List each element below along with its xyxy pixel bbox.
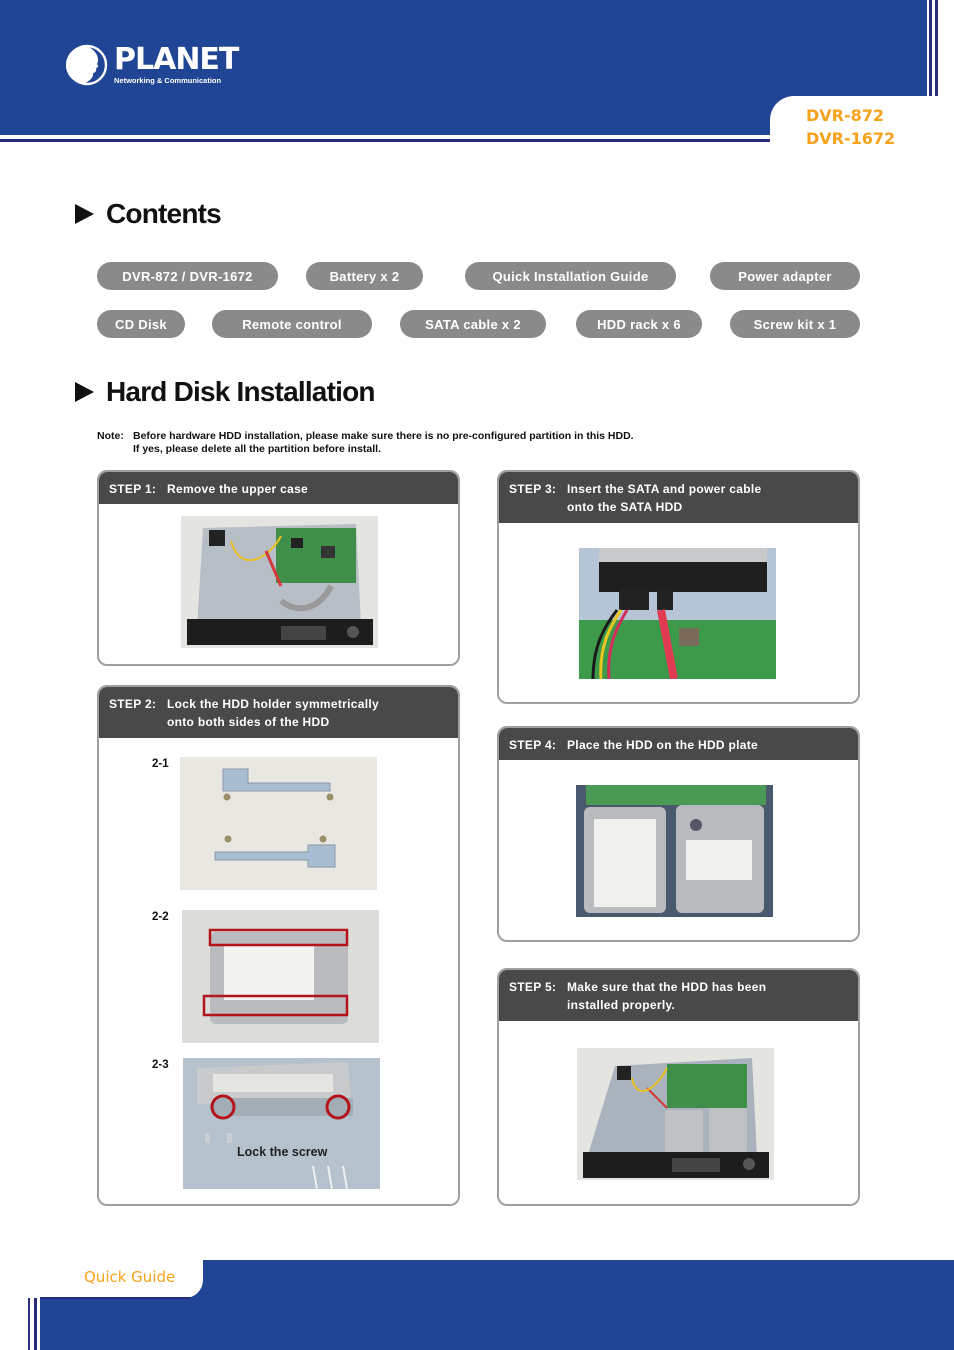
step-text: Remove the upper case — [167, 482, 309, 496]
step-number: STEP 4: — [509, 738, 557, 752]
hdds-on-plate-photo — [576, 785, 773, 917]
triangle-bullet-icon — [75, 204, 94, 224]
dvr-open-case-photo — [181, 516, 378, 648]
installed-hdd-photo — [577, 1048, 774, 1180]
sata-cable-connection-photo — [579, 548, 776, 679]
note-label: Note: — [97, 430, 124, 442]
step-header: STEP 5: Make sure that the HDD has been i… — [499, 970, 858, 1021]
step-number: STEP 1: — [109, 482, 157, 496]
brand-tagline: Networking & Communication — [114, 75, 222, 85]
note-text: If yes, please delete all the partition … — [133, 443, 381, 455]
hdd-screw-lock-photo: Lock the screw — [183, 1058, 380, 1189]
step-number: STEP 2: — [109, 697, 157, 711]
step-2-card: STEP 2: Lock the HDD holder symmetrically… — [97, 685, 460, 1206]
contents-title: Contents — [106, 198, 222, 229]
substep-label: 2-2 — [152, 911, 169, 923]
step-5-card: STEP 5: Make sure that the HDD has been i… — [497, 968, 860, 1206]
quick-guide-label: Quick Guide — [84, 1268, 176, 1286]
step-3-card: STEP 3: Insert the SATA and power cable o… — [497, 470, 860, 704]
step-header: STEP 2: Lock the HDD holder symmetrically… — [99, 687, 458, 738]
contents-item: Remote control — [212, 310, 372, 338]
step-text: onto the SATA HDD — [567, 500, 683, 514]
step-1-card: STEP 1: Remove the upper case — [97, 470, 460, 666]
step-number: STEP 3: — [509, 482, 557, 496]
contents-item: Screw kit x 1 — [730, 310, 860, 338]
header-divider-line — [935, 0, 938, 96]
planet-globe-icon — [66, 44, 108, 86]
footer-underline — [40, 1297, 190, 1299]
header-underline — [0, 139, 770, 142]
step-text: Insert the SATA and power cable — [567, 482, 762, 496]
installation-title: Hard Disk Installation — [106, 376, 376, 407]
step-text: Make sure that the HDD has been — [567, 980, 767, 994]
note-text: Before hardware HDD installation, please… — [133, 430, 634, 442]
contents-item: Quick Installation Guide — [465, 262, 676, 290]
substep-label: 2-3 — [152, 1059, 169, 1071]
contents-item: SATA cable x 2 — [400, 310, 546, 338]
contents-item: HDD rack x 6 — [576, 310, 702, 338]
installation-heading: Hard Disk Installation — [75, 376, 376, 408]
installation-note: Note: Before hardware HDD installation, … — [97, 430, 634, 456]
lock-screw-callout: Lock the screw — [237, 1145, 328, 1159]
step-number: STEP 5: — [509, 980, 557, 994]
hdd-holder-brackets-photo — [180, 757, 377, 890]
planet-logo: PLANET Networking & Communication — [66, 41, 239, 86]
model-names: DVR-872 DVR-1672 — [806, 104, 895, 150]
model-name: DVR-872 — [806, 106, 885, 125]
contents-item: Battery x 2 — [306, 262, 423, 290]
contents-item: Power adapter — [710, 262, 860, 290]
step-text: onto both sides of the HDD — [167, 715, 330, 729]
step-text: Place the HDD on the HDD plate — [567, 738, 759, 752]
brand-name: PLANET — [114, 41, 239, 77]
substep-label: 2-1 — [152, 758, 169, 770]
triangle-bullet-icon — [75, 382, 94, 402]
step-4-card: STEP 4: Place the HDD on the HDD plate — [497, 726, 860, 942]
contents-item: CD Disk — [97, 310, 185, 338]
step-header: STEP 4: Place the HDD on the HDD plate — [499, 728, 858, 760]
footer-divider-line — [28, 1298, 30, 1350]
model-name: DVR-1672 — [806, 129, 896, 148]
step-text: installed properly. — [567, 998, 676, 1012]
hdd-with-holders-photo — [182, 910, 379, 1043]
contents-heading: Contents — [75, 198, 222, 230]
step-header: STEP 1: Remove the upper case — [99, 472, 458, 504]
footer-divider-line — [34, 1298, 37, 1350]
header-divider-line — [929, 0, 932, 96]
step-text: Lock the HDD holder symmetrically — [167, 697, 379, 711]
contents-item: DVR-872 / DVR-1672 — [97, 262, 278, 290]
step-header: STEP 3: Insert the SATA and power cable o… — [499, 472, 858, 523]
